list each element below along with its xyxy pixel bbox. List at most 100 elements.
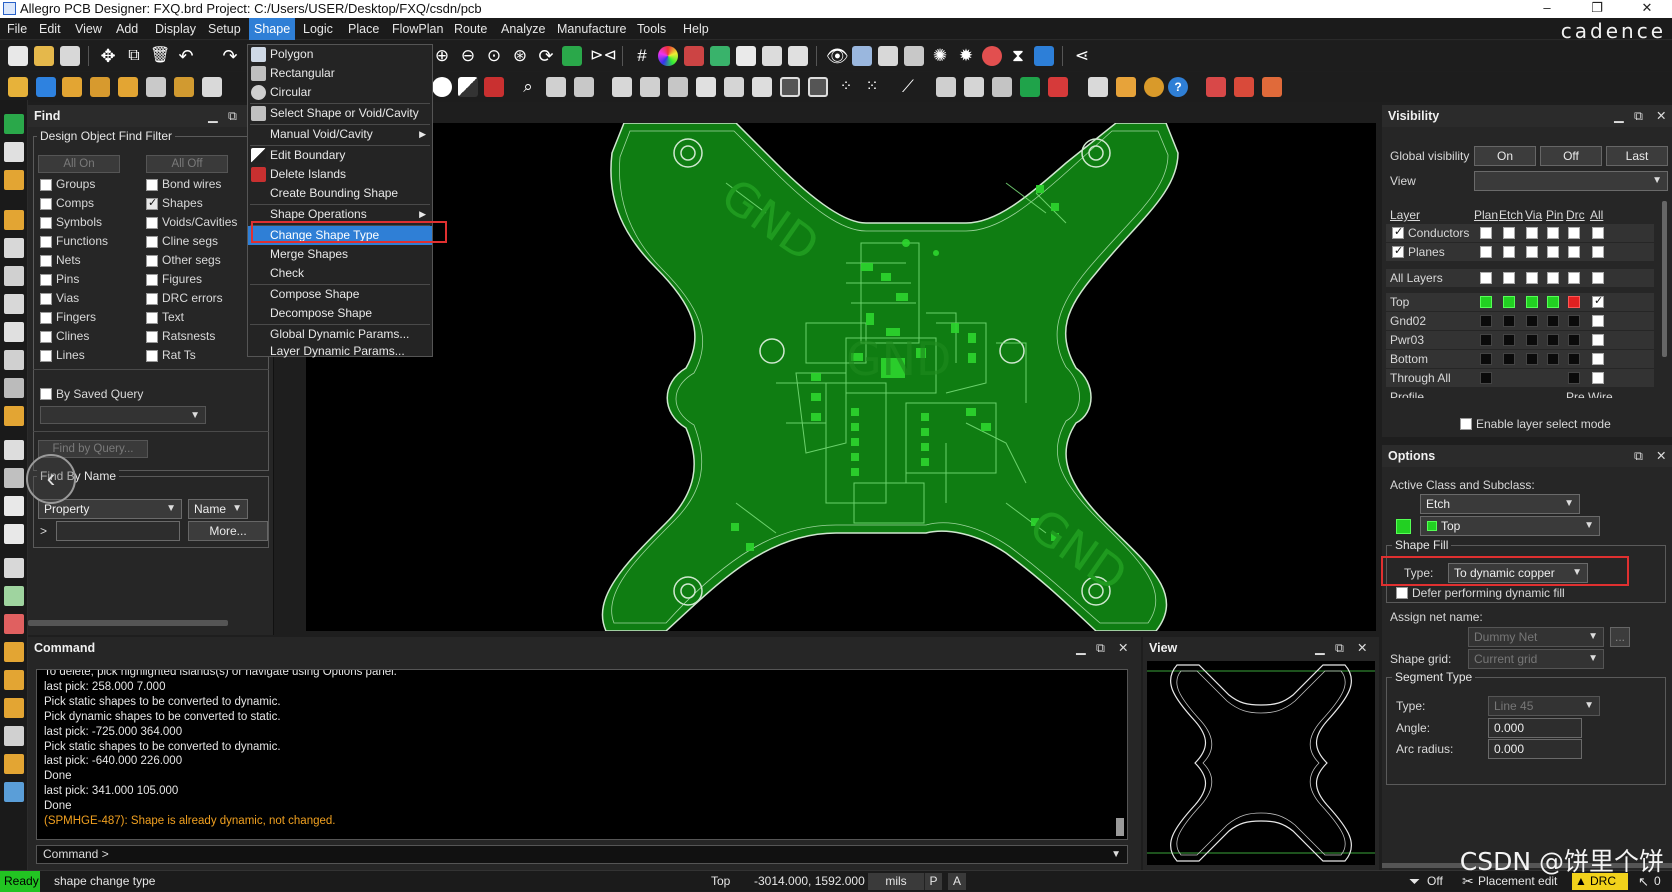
voids-checkbox[interactable] bbox=[146, 217, 158, 229]
segment-type-select[interactable]: Line 45 ▼ bbox=[1488, 696, 1600, 716]
swatch[interactable] bbox=[1480, 227, 1492, 239]
component-icon[interactable] bbox=[724, 77, 744, 97]
planes-checkbox[interactable] bbox=[1392, 244, 1404, 258]
move-icon[interactable]: ✥ bbox=[98, 46, 118, 66]
menu-item-edit-boundary[interactable]: Edit Boundary bbox=[248, 146, 432, 165]
world-view-canvas[interactable] bbox=[1147, 661, 1375, 865]
chevron-down-icon[interactable]: ▼ bbox=[1111, 846, 1121, 863]
menu-item-merge-shapes[interactable]: Merge Shapes bbox=[248, 245, 432, 264]
menu-analyze[interactable]: Analyze bbox=[496, 18, 550, 40]
swap-icon[interactable] bbox=[640, 77, 660, 97]
swatch[interactable] bbox=[1592, 372, 1604, 384]
cut-icon[interactable] bbox=[992, 77, 1012, 97]
circles-grid-icon[interactable]: ⁙ bbox=[862, 77, 882, 97]
panel-close-icon[interactable]: ✕ bbox=[1357, 637, 1367, 659]
swatch[interactable] bbox=[1526, 227, 1538, 239]
dots-grid-icon[interactable]: ⁘ bbox=[836, 77, 856, 97]
status-off[interactable]: Off bbox=[1427, 871, 1443, 892]
zoom-in-icon[interactable]: ⊕ bbox=[432, 46, 452, 66]
swatch[interactable] bbox=[1547, 334, 1559, 346]
visibility-scrollbar[interactable] bbox=[1662, 201, 1667, 357]
subclass-color-swatch[interactable] bbox=[1396, 519, 1411, 534]
pins-checkbox[interactable] bbox=[40, 274, 52, 286]
warning-icon[interactable] bbox=[1048, 77, 1068, 97]
remove-connect-icon[interactable] bbox=[1234, 77, 1254, 97]
subclass-select[interactable]: Top ▼ bbox=[1420, 516, 1600, 536]
flow-edit-icon[interactable] bbox=[90, 77, 110, 97]
fanout-tool-icon[interactable] bbox=[4, 350, 24, 370]
menu-manufacture[interactable]: Manufacture bbox=[552, 18, 631, 40]
panel-close-icon[interactable]: ✕ bbox=[1118, 637, 1128, 659]
command-scrollbar[interactable] bbox=[1116, 818, 1124, 836]
swatch[interactable] bbox=[1503, 227, 1515, 239]
zoom-fit-icon[interactable]: ⊙ bbox=[484, 46, 504, 66]
status-a-button[interactable]: A bbox=[948, 873, 966, 890]
menu-file[interactable]: File bbox=[2, 18, 32, 40]
panel-minimize-icon[interactable]: ▁ bbox=[1076, 637, 1086, 659]
board-icon[interactable] bbox=[4, 114, 24, 134]
copy-icon[interactable]: ⧉ bbox=[124, 46, 144, 66]
place-icon[interactable] bbox=[612, 77, 632, 97]
swatch[interactable] bbox=[1480, 315, 1492, 327]
check-icon[interactable] bbox=[1020, 77, 1040, 97]
swatch[interactable] bbox=[1547, 227, 1559, 239]
functions-checkbox[interactable] bbox=[40, 236, 52, 248]
nav-back-icon[interactable]: ‹ bbox=[26, 454, 76, 504]
placement-edit-icon[interactable] bbox=[36, 77, 56, 97]
tweak-icon[interactable] bbox=[4, 726, 24, 746]
chip-icon[interactable] bbox=[4, 142, 24, 162]
menu-item-create-bounding[interactable]: Create Bounding Shape bbox=[248, 184, 432, 203]
slide-icon[interactable] bbox=[936, 77, 956, 97]
split-icon[interactable] bbox=[4, 294, 24, 314]
panel-float-icon[interactable]: ⧉ bbox=[1096, 637, 1105, 659]
user-icon[interactable] bbox=[4, 406, 24, 426]
swatch[interactable] bbox=[1568, 334, 1580, 346]
measure-icon[interactable] bbox=[878, 46, 898, 66]
swatch[interactable] bbox=[1480, 353, 1492, 365]
swatch[interactable] bbox=[1503, 315, 1515, 327]
more-button[interactable]: More... bbox=[188, 521, 268, 541]
swatch[interactable] bbox=[1526, 246, 1538, 258]
stats-icon[interactable] bbox=[1088, 77, 1108, 97]
menu-item-check[interactable]: Check bbox=[248, 264, 432, 283]
defer-fill-checkbox[interactable] bbox=[1396, 587, 1408, 599]
menu-tools[interactable]: Tools bbox=[632, 18, 671, 40]
layer-stack-icon[interactable] bbox=[4, 698, 24, 718]
rat-ts-checkbox[interactable] bbox=[146, 350, 158, 362]
swatch[interactable] bbox=[1568, 227, 1580, 239]
status-units[interactable]: mils bbox=[868, 873, 924, 890]
swatch[interactable] bbox=[1547, 315, 1559, 327]
swatch[interactable] bbox=[1547, 272, 1559, 284]
flip-view-icon[interactable] bbox=[562, 46, 582, 66]
status-p-button[interactable]: P bbox=[924, 873, 942, 890]
swatch[interactable] bbox=[1526, 334, 1538, 346]
swatch[interactable] bbox=[1547, 296, 1559, 308]
menu-logic[interactable]: Logic bbox=[298, 18, 338, 40]
eye-icon[interactable]: 👁 bbox=[826, 46, 849, 66]
shape-edit-icon[interactable] bbox=[174, 77, 194, 97]
menu-shape[interactable]: Shape bbox=[249, 18, 296, 40]
v-route-icon[interactable] bbox=[4, 322, 24, 342]
visibility-on-button[interactable]: On bbox=[1474, 146, 1536, 166]
text-checkbox[interactable] bbox=[146, 312, 158, 324]
menu-place[interactable]: Place bbox=[343, 18, 384, 40]
swatch[interactable] bbox=[1480, 334, 1492, 346]
close-button[interactable]: ✕ bbox=[1632, 0, 1662, 18]
probe-icon[interactable] bbox=[1144, 77, 1164, 97]
shadow-icon[interactable] bbox=[904, 46, 924, 66]
layer-select-checkbox[interactable] bbox=[1460, 418, 1472, 430]
swatch[interactable] bbox=[1568, 272, 1580, 284]
symbols-checkbox[interactable] bbox=[40, 217, 52, 229]
restore-button[interactable]: ❐ bbox=[1582, 0, 1612, 18]
menu-route[interactable]: Route bbox=[449, 18, 492, 40]
swatch[interactable] bbox=[1568, 372, 1580, 384]
swatch[interactable] bbox=[1592, 272, 1604, 284]
zoom-world-icon[interactable]: ⊛ bbox=[510, 46, 530, 66]
redo-icon[interactable]: ↷ bbox=[220, 46, 240, 66]
swatch[interactable] bbox=[1547, 353, 1559, 365]
swatch[interactable] bbox=[1568, 315, 1580, 327]
share-icon[interactable]: ⋖ bbox=[1072, 46, 1092, 66]
figures-checkbox[interactable] bbox=[146, 274, 158, 286]
lines-checkbox[interactable] bbox=[40, 350, 52, 362]
circle-shape-icon[interactable] bbox=[432, 77, 452, 97]
